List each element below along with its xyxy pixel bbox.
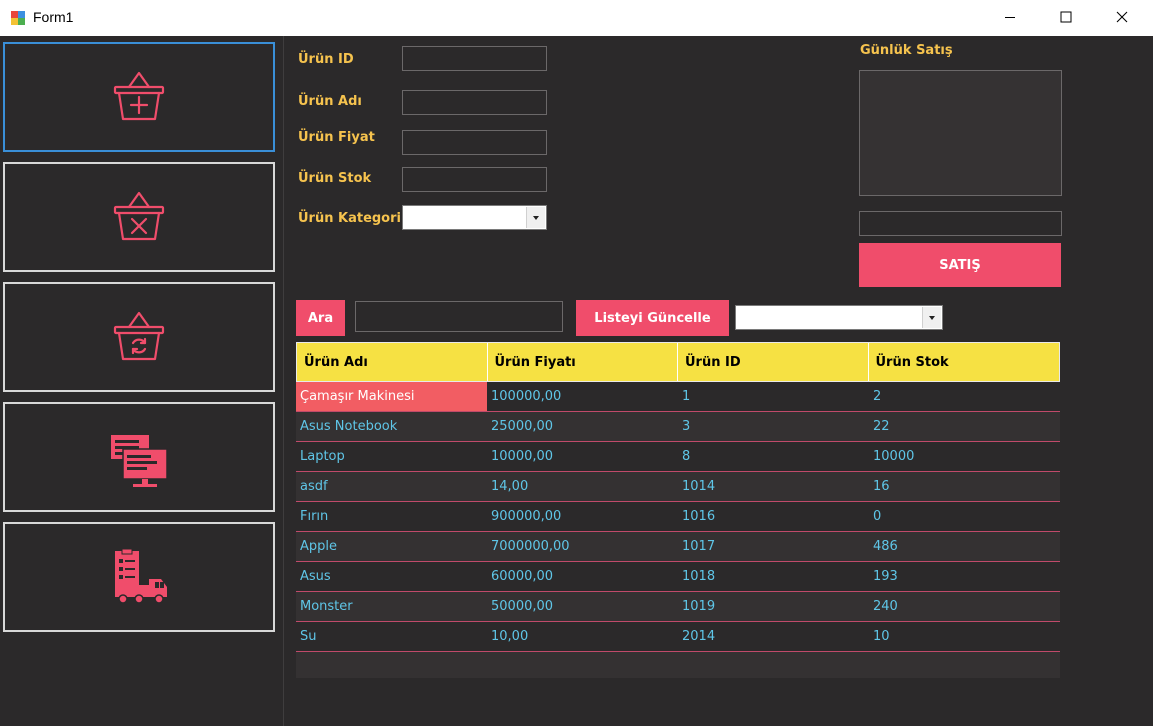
urun-stok-input[interactable] xyxy=(402,167,547,192)
table-row[interactable]: Fırın 900000,00 1016 0 xyxy=(296,502,1060,532)
products-grid[interactable]: Ürün Adı Ürün Fiyatı Ürün ID Ürün Stok Ç… xyxy=(296,342,1060,678)
basket-add-icon xyxy=(113,71,165,121)
product-list-button[interactable] xyxy=(3,402,275,512)
urun-kategori-select[interactable] xyxy=(402,205,547,230)
table-cell[interactable]: 10 xyxy=(869,622,1060,651)
basket-refresh-icon xyxy=(113,311,165,361)
table-cell[interactable]: 25000,00 xyxy=(487,412,678,441)
table-cell[interactable]: Çamaşır Makinesi xyxy=(296,382,487,411)
urun-id-label: Ürün ID xyxy=(298,52,354,67)
refresh-list-button[interactable]: Listeyi Güncelle xyxy=(576,300,729,336)
table-cell[interactable]: 1014 xyxy=(678,472,869,501)
minimize-icon xyxy=(1005,17,1015,18)
table-cell[interactable]: 3 xyxy=(678,412,869,441)
table-cell[interactable]: Asus xyxy=(296,562,487,591)
table-cell[interactable]: 240 xyxy=(869,592,1060,621)
close-button[interactable] xyxy=(1099,0,1145,34)
urun-kategori-label: Ürün Kategori xyxy=(298,211,401,226)
table-row[interactable]: Laptop 10000,00 8 10000 xyxy=(296,442,1060,472)
table-row[interactable]: Apple 7000000,00 1017 486 xyxy=(296,532,1060,562)
maximize-button[interactable] xyxy=(1043,0,1089,34)
table-cell[interactable]: 22 xyxy=(869,412,1060,441)
urun-id-input[interactable] xyxy=(402,46,547,71)
table-row[interactable]: asdf 14,00 1014 16 xyxy=(296,472,1060,502)
delivery-button[interactable] xyxy=(3,522,275,632)
table-cell[interactable]: 1017 xyxy=(678,532,869,561)
title-bar: Form1 xyxy=(0,0,1153,36)
table-cell[interactable]: 60000,00 xyxy=(487,562,678,591)
table-cell[interactable]: 486 xyxy=(869,532,1060,561)
table-cell[interactable]: 1 xyxy=(678,382,869,411)
table-row[interactable]: Asus 60000,00 1018 193 xyxy=(296,562,1060,592)
table-cell[interactable]: 14,00 xyxy=(487,472,678,501)
maximize-icon xyxy=(1060,11,1072,23)
search-input[interactable] xyxy=(355,301,563,332)
table-cell[interactable]: 100000,00 xyxy=(487,382,678,411)
form-client-area: Ürün ID Ürün Adı Ürün Fiyat Ürün Stok Ür… xyxy=(0,36,1153,726)
chevron-down-icon[interactable] xyxy=(922,307,941,328)
column-header-urun-adi[interactable]: Ürün Adı xyxy=(297,343,488,381)
grid-body: Çamaşır Makinesi 100000,00 1 2 Asus Notebook… xyxy=(296,382,1060,652)
minimize-button[interactable] xyxy=(987,0,1033,34)
table-row[interactable]: Su 10,00 2014 10 xyxy=(296,622,1060,652)
table-cell[interactable]: 193 xyxy=(869,562,1060,591)
basket-remove-icon xyxy=(113,191,165,241)
add-product-button[interactable] xyxy=(3,42,275,152)
table-cell[interactable]: Apple xyxy=(296,532,487,561)
delivery-truck-icon xyxy=(115,548,167,604)
column-header-urun-fiyati[interactable]: Ürün Fiyatı xyxy=(488,343,678,381)
table-cell[interactable]: Laptop xyxy=(296,442,487,471)
urun-adi-input[interactable] xyxy=(402,90,547,115)
table-cell[interactable]: Su xyxy=(296,622,487,651)
table-row[interactable]: Monster 50000,00 1019 240 xyxy=(296,592,1060,622)
table-row[interactable]: Asus Notebook 25000,00 3 22 xyxy=(296,412,1060,442)
table-cell[interactable]: asdf xyxy=(296,472,487,501)
table-cell[interactable]: 7000000,00 xyxy=(487,532,678,561)
urun-adi-label: Ürün Adı xyxy=(298,94,362,109)
table-cell[interactable]: 8 xyxy=(678,442,869,471)
table-cell[interactable]: 50000,00 xyxy=(487,592,678,621)
column-header-urun-stok[interactable]: Ürün Stok xyxy=(869,343,1060,381)
table-cell[interactable]: 0 xyxy=(869,502,1060,531)
table-cell[interactable]: 1018 xyxy=(678,562,869,591)
app-icon xyxy=(11,11,25,25)
table-cell[interactable]: 16 xyxy=(869,472,1060,501)
close-icon xyxy=(1116,11,1128,23)
table-cell[interactable]: Fırın xyxy=(296,502,487,531)
table-cell[interactable]: 2 xyxy=(869,382,1060,411)
urun-stok-label: Ürün Stok xyxy=(298,171,372,186)
table-cell[interactable]: Asus Notebook xyxy=(296,412,487,441)
grid-header: Ürün Adı Ürün Fiyatı Ürün ID Ürün Stok xyxy=(296,342,1060,382)
table-cell[interactable]: 900000,00 xyxy=(487,502,678,531)
delete-product-button[interactable] xyxy=(3,162,275,272)
table-cell[interactable]: 1019 xyxy=(678,592,869,621)
column-header-urun-id[interactable]: Ürün ID xyxy=(678,343,869,381)
grid-empty-area xyxy=(296,652,1060,678)
daily-sales-total-input[interactable] xyxy=(859,211,1062,236)
chevron-down-icon[interactable] xyxy=(526,207,545,228)
table-row[interactable]: Çamaşır Makinesi 100000,00 1 2 xyxy=(296,382,1060,412)
search-button[interactable]: Ara xyxy=(296,300,345,336)
table-cell[interactable]: 10000,00 xyxy=(487,442,678,471)
monitor-list-icon xyxy=(111,435,168,487)
daily-sales-listbox[interactable] xyxy=(859,70,1062,196)
filter-select[interactable] xyxy=(735,305,943,330)
table-cell[interactable]: 1016 xyxy=(678,502,869,531)
update-product-button[interactable] xyxy=(3,282,275,392)
sidebar xyxy=(0,36,284,726)
table-cell[interactable]: Monster xyxy=(296,592,487,621)
table-cell[interactable]: 10000 xyxy=(869,442,1060,471)
table-cell[interactable]: 10,00 xyxy=(487,622,678,651)
table-cell[interactable]: 2014 xyxy=(678,622,869,651)
daily-sales-title: Günlük Satış xyxy=(860,43,953,58)
urun-fiyat-label: Ürün Fiyat xyxy=(298,130,375,145)
urun-fiyat-input[interactable] xyxy=(402,130,547,155)
window-title: Form1 xyxy=(33,9,74,25)
sell-button[interactable]: SATIŞ xyxy=(859,243,1061,287)
